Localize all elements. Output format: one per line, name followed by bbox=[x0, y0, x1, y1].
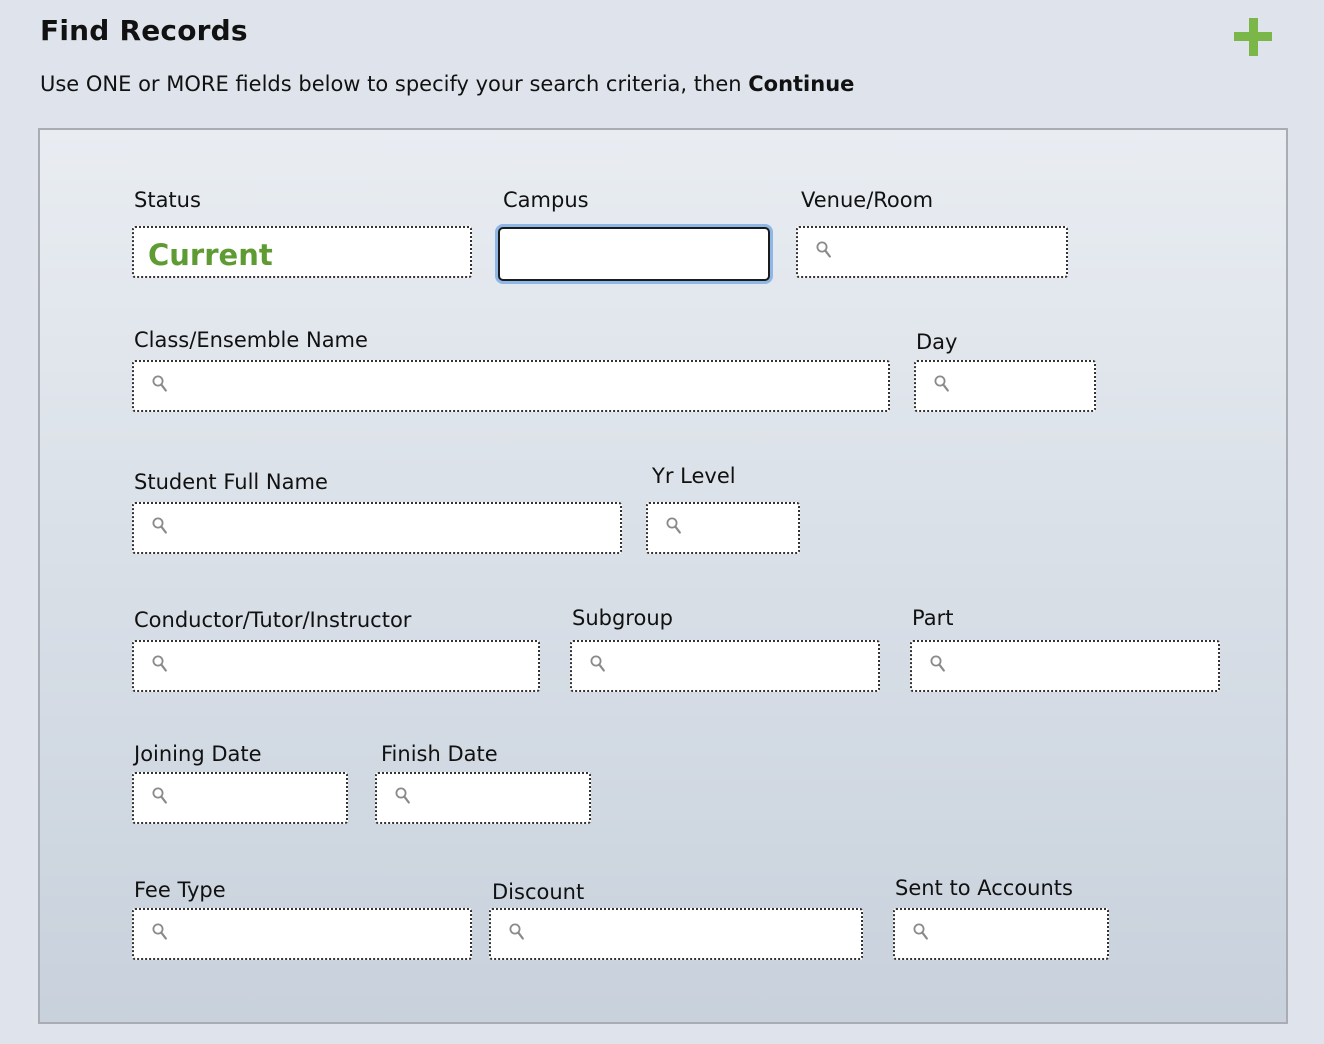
part-field[interactable] bbox=[910, 640, 1220, 692]
search-icon bbox=[152, 655, 167, 672]
joining-date-label: Joining Date bbox=[134, 742, 262, 766]
search-icon bbox=[395, 787, 410, 804]
campus-label: Campus bbox=[503, 188, 589, 212]
discount-label: Discount bbox=[492, 880, 585, 904]
fee-type-label: Fee Type bbox=[134, 878, 226, 902]
sent-to-accounts-label: Sent to Accounts bbox=[895, 876, 1073, 900]
fee-type-field[interactable] bbox=[132, 908, 472, 960]
joining-date-field[interactable] bbox=[132, 772, 348, 824]
yr-level-field[interactable] bbox=[646, 502, 800, 554]
search-icon bbox=[152, 787, 167, 804]
part-label: Part bbox=[912, 606, 954, 630]
search-icon bbox=[913, 923, 928, 940]
venue-room-label: Venue/Room bbox=[801, 188, 934, 212]
conductor-tutor-instructor-label: Conductor/Tutor/Instructor bbox=[134, 608, 412, 632]
status-field[interactable]: Current bbox=[132, 226, 472, 278]
search-icon bbox=[152, 517, 167, 534]
day-field[interactable] bbox=[914, 360, 1096, 412]
student-full-name-field[interactable] bbox=[132, 502, 622, 554]
class-ensemble-name-label: Class/Ensemble Name bbox=[134, 328, 368, 352]
search-icon bbox=[590, 655, 605, 672]
page-title: Find Records bbox=[40, 14, 248, 47]
search-icon bbox=[930, 655, 945, 672]
search-icon bbox=[509, 923, 524, 940]
status-value: Current bbox=[148, 238, 273, 272]
campus-field[interactable] bbox=[498, 227, 770, 281]
status-label: Status bbox=[134, 188, 201, 212]
student-full-name-label: Student Full Name bbox=[134, 470, 328, 494]
finish-date-label: Finish Date bbox=[381, 742, 498, 766]
class-ensemble-name-field[interactable] bbox=[132, 360, 890, 412]
conductor-tutor-instructor-field[interactable] bbox=[132, 640, 540, 692]
subgroup-label: Subgroup bbox=[572, 606, 673, 630]
venue-room-field[interactable] bbox=[796, 226, 1068, 278]
yr-level-label: Yr Level bbox=[652, 464, 736, 488]
sent-to-accounts-field[interactable] bbox=[893, 908, 1109, 960]
instructions: Use ONE or MORE fields below to specify … bbox=[40, 72, 854, 96]
search-icon bbox=[152, 375, 167, 392]
search-icon bbox=[152, 923, 167, 940]
instructions-text: Use ONE or MORE fields below to specify … bbox=[40, 72, 749, 96]
search-icon bbox=[934, 375, 949, 392]
finish-date-field[interactable] bbox=[375, 772, 591, 824]
day-label: Day bbox=[916, 330, 958, 354]
search-icon bbox=[666, 517, 681, 534]
add-record-button[interactable] bbox=[1234, 18, 1272, 56]
search-icon bbox=[816, 241, 831, 258]
search-panel: Status Current Campus Venue/Room Class/E… bbox=[38, 128, 1288, 1024]
subgroup-field[interactable] bbox=[570, 640, 880, 692]
continue-emphasis: Continue bbox=[748, 72, 855, 96]
discount-field[interactable] bbox=[489, 908, 863, 960]
